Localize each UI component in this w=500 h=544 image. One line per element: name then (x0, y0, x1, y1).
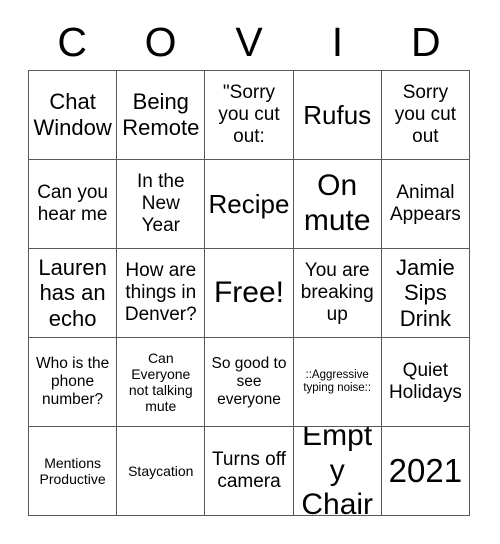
bingo-cell-label: Rufus (303, 99, 372, 130)
bingo-cell[interactable]: Empty Chair (293, 427, 382, 516)
header-letter-v: V (235, 18, 263, 65)
bingo-cell-free[interactable]: Free! (205, 249, 294, 338)
bingo-cell-label: So good to see everyone (211, 355, 287, 408)
bingo-cell[interactable]: How are things in Denver? (117, 249, 206, 338)
bingo-cell[interactable]: Jamie Sips Drink (381, 249, 470, 338)
bingo-cell-label: Sorry you cut out (394, 81, 457, 148)
bingo-cell[interactable]: You are breaking up (293, 249, 382, 338)
bingo-cell-label: Turns off camera (212, 448, 286, 492)
bingo-grid: Chat Window Being Remote "Sorry you cut … (28, 70, 470, 516)
header-letter-o: O (144, 18, 177, 65)
bingo-cell[interactable]: Staycation (117, 427, 206, 516)
bingo-cell-label: Can you hear me (37, 181, 108, 225)
bingo-cell[interactable]: Who is the phone number? (29, 338, 118, 427)
header-letter-d: D (410, 18, 441, 65)
bingo-cell-label: "Sorry you cut out: (218, 81, 280, 148)
bingo-cell[interactable]: Turns off camera (205, 427, 294, 516)
bingo-cell-label: Empty Chair (301, 427, 374, 516)
bingo-cell[interactable]: Chat Window (29, 71, 118, 160)
bingo-cell[interactable]: Rufus (293, 71, 382, 160)
bingo-cell-label: Can Everyone not talking mute (128, 349, 193, 415)
bingo-cell[interactable]: Mentions Productive (29, 427, 118, 516)
bingo-cell[interactable]: In the New Year (117, 160, 206, 249)
bingo-cell[interactable]: Sorry you cut out (381, 71, 470, 160)
bingo-cell[interactable]: On mute (293, 160, 382, 249)
bingo-cell[interactable]: Lauren has an echo (29, 249, 118, 338)
bingo-header-letters: C O V I D (28, 14, 470, 70)
bingo-cell[interactable]: 2021 (381, 427, 470, 516)
bingo-cell-label: You are breaking up (300, 259, 374, 326)
bingo-cell-label: ::Aggressive typing noise:: (303, 368, 372, 394)
bingo-cell[interactable]: Animal Appears (381, 160, 470, 249)
bingo-cell-label: Staycation (128, 462, 194, 479)
bingo-card: C O V I D Chat Window Being Remote "Sorr… (0, 0, 500, 544)
bingo-cell-label: Animal Appears (390, 181, 461, 225)
bingo-cell[interactable]: So good to see everyone (205, 338, 294, 427)
bingo-cell[interactable]: Recipe (205, 160, 294, 249)
bingo-cell-label: Free! (213, 275, 284, 309)
bingo-cell-label: Who is the phone number? (35, 355, 110, 408)
bingo-cell[interactable]: Being Remote (117, 71, 206, 160)
bingo-cell-label: How are things in Denver? (124, 259, 197, 326)
bingo-cell[interactable]: Can you hear me (29, 160, 118, 249)
header-letter-c: C (57, 18, 87, 65)
bingo-cell-label: Jamie Sips Drink (396, 254, 455, 331)
bingo-cell-label: Quiet Holidays (388, 359, 462, 403)
bingo-cell-label: On mute (303, 169, 371, 237)
header-letter-i: I (331, 18, 344, 65)
bingo-cell[interactable]: "Sorry you cut out: (205, 71, 294, 160)
bingo-cell[interactable]: Can Everyone not talking mute (117, 338, 206, 427)
bingo-cell-label: Recipe (208, 188, 290, 219)
bingo-cell-label: 2021 (388, 451, 463, 489)
bingo-cell[interactable]: ::Aggressive typing noise:: (293, 338, 382, 427)
bingo-cell-label: Mentions Productive (39, 454, 106, 487)
bingo-cell-label: In the New Year (137, 170, 185, 237)
bingo-cell-label: Chat Window (33, 89, 112, 140)
bingo-cell-label: Being Remote (122, 89, 200, 140)
bingo-cell-label: Lauren has an echo (38, 254, 107, 331)
bingo-cell[interactable]: Quiet Holidays (381, 338, 470, 427)
